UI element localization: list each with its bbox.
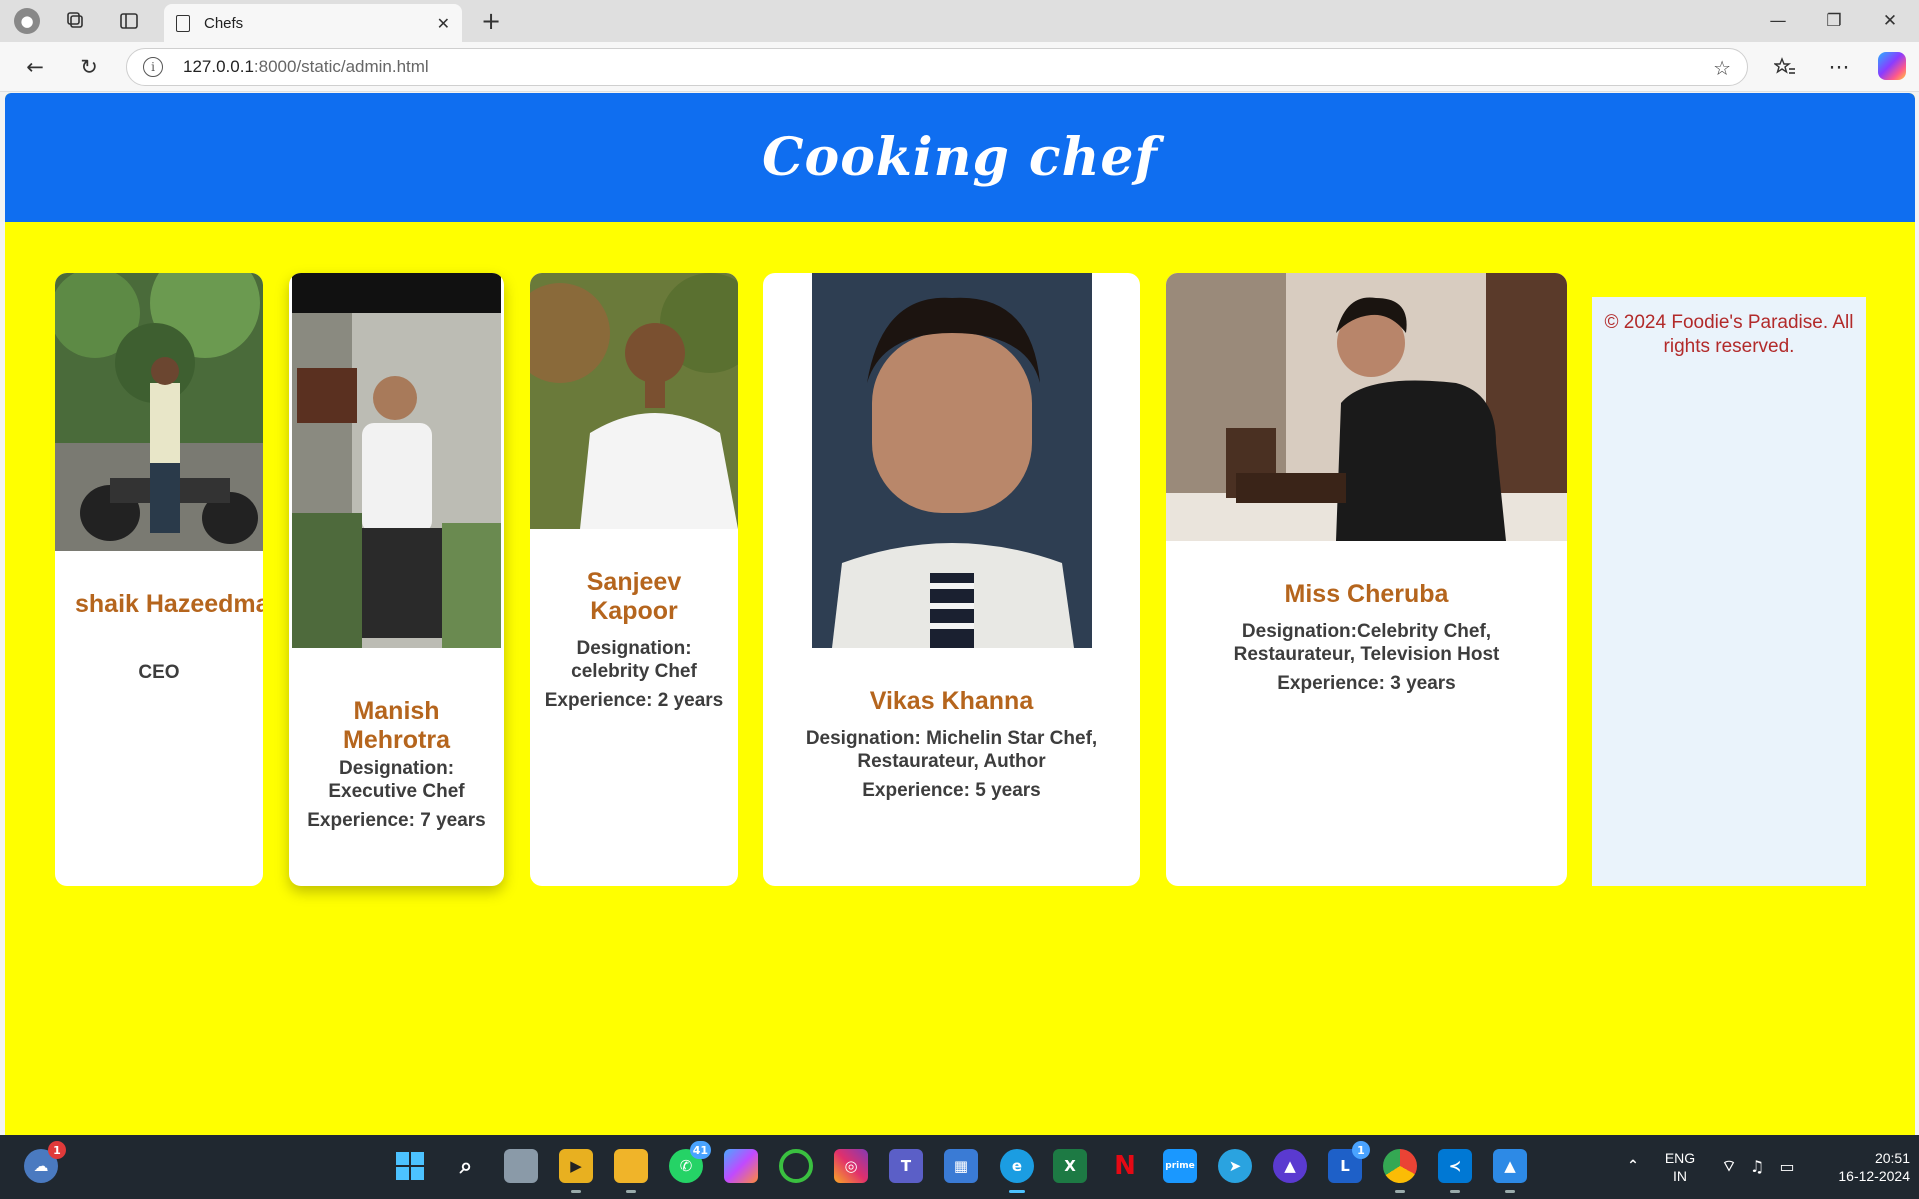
task-view-icon[interactable] xyxy=(504,1149,538,1183)
clock-date: 16-12-2024 xyxy=(1838,1168,1910,1184)
refresh-icon[interactable]: ↻ xyxy=(74,52,104,82)
netflix-icon[interactable]: N xyxy=(1108,1149,1142,1183)
minimize-button[interactable]: — xyxy=(1758,6,1798,36)
edge-icon[interactable]: e xyxy=(1000,1149,1034,1193)
arc-app-icon[interactable]: ▲ xyxy=(1273,1149,1307,1183)
chef-experience: Experience: 3 years xyxy=(1277,673,1456,694)
chef-designation: Designation: Executive Chef xyxy=(328,758,465,802)
copilot-icon[interactable] xyxy=(1878,52,1906,80)
windows-taskbar: ☁ 1 ⌕ ▶ ✆ 41 ◎ T ▦ e X N prime ➤ ▲ L1 ≺ ▲ … xyxy=(0,1135,1919,1199)
start-icon[interactable] xyxy=(393,1149,427,1183)
page-viewport: Cooking chef shaik Hazeedmasthan CEO xyxy=(5,93,1915,1135)
page-icon xyxy=(176,14,190,32)
file-explorer-icon[interactable] xyxy=(614,1149,648,1193)
chef-name: Vikas Khanna xyxy=(869,687,1034,715)
site-info-icon[interactable]: i xyxy=(143,57,163,77)
prime-video-icon[interactable]: prime xyxy=(1163,1149,1197,1183)
chef-name: Sanjeev Kapoor xyxy=(586,568,682,625)
search-icon[interactable]: ⌕ xyxy=(449,1149,483,1183)
tab-title: Chefs xyxy=(204,14,244,32)
restore-button[interactable]: ❐ xyxy=(1814,6,1854,36)
more-options-icon[interactable]: ⋯ xyxy=(1824,52,1854,82)
lang-line2: IN xyxy=(1673,1168,1687,1184)
volume-icon[interactable]: ♫ xyxy=(1740,1149,1774,1183)
linkedin-learning-icon[interactable]: L1 xyxy=(1328,1141,1370,1183)
close-window-button[interactable]: ✕ xyxy=(1870,6,1910,36)
chef-photo xyxy=(1166,273,1567,541)
chef-photo xyxy=(530,273,738,529)
profile-icon[interactable]: ● xyxy=(14,8,40,34)
photos-icon[interactable]: ▲ xyxy=(1493,1149,1527,1193)
teams-icon[interactable]: T xyxy=(889,1149,923,1183)
chef-experience: Experience: 7 years xyxy=(307,810,486,831)
browser-titlebar: ● Chefs ✕ + — ❐ ✕ xyxy=(0,0,1919,42)
footer: © 2024 Foodie's Paradise. All rights res… xyxy=(1592,297,1866,886)
game-app-icon[interactable]: ▶ xyxy=(559,1149,593,1193)
lang-line1: ENG xyxy=(1664,1150,1696,1166)
favorite-star-icon[interactable]: ☆ xyxy=(1713,56,1731,80)
chef-photo xyxy=(812,273,1092,648)
url-path: :8000/static/admin.html xyxy=(253,57,429,76)
weather-icon[interactable]: ☁ 1 xyxy=(24,1141,66,1183)
chef-name: shaik Hazeedmasthan xyxy=(75,590,263,618)
excel-icon[interactable]: X xyxy=(1053,1149,1087,1183)
clock-time: 20:51 xyxy=(1874,1150,1910,1166)
url-host: 127.0.0.1 xyxy=(183,57,254,76)
tab-chefs[interactable]: Chefs ✕ xyxy=(164,4,462,42)
clock[interactable]: 20:51 16-12-2024 xyxy=(1810,1149,1910,1185)
favorites-icon[interactable] xyxy=(1770,52,1800,82)
collections-icon[interactable] xyxy=(63,8,89,34)
chef-designation: Designation: Michelin Star Chef, Restaur… xyxy=(805,728,1098,772)
battery-icon[interactable]: ▭ xyxy=(1770,1149,1804,1183)
address-bar[interactable]: i 127.0.0.1 :8000/static/admin.html ☆ xyxy=(126,48,1748,86)
telegram-icon[interactable]: ➤ xyxy=(1218,1149,1252,1183)
language-indicator[interactable]: ENG IN xyxy=(1660,1149,1700,1185)
chef-designation: Designation:Celebrity Chef, Restaurateur… xyxy=(1233,621,1500,665)
instagram-icon[interactable]: ◎ xyxy=(834,1149,868,1183)
chrome-icon[interactable] xyxy=(1383,1149,1417,1193)
vscode-icon[interactable]: ≺ xyxy=(1438,1149,1472,1193)
back-arrow-icon[interactable]: ← xyxy=(20,52,50,82)
chef-card: Vikas Khanna Designation: Michelin Star … xyxy=(763,273,1140,886)
browser-toolbar: ← ↻ i 127.0.0.1 :8000/static/admin.html … xyxy=(0,42,1919,92)
site-header: Cooking chef xyxy=(5,93,1915,222)
chef-photo xyxy=(292,273,501,648)
chef-photo xyxy=(55,273,263,551)
chef-card: Miss Cheruba Designation:Celebrity Chef,… xyxy=(1166,273,1567,886)
copilot-app-icon[interactable] xyxy=(724,1149,758,1183)
spinner-app-icon[interactable] xyxy=(779,1149,813,1183)
chef-card: shaik Hazeedmasthan CEO xyxy=(55,273,263,886)
linkedin-badge: 1 xyxy=(1352,1141,1370,1159)
tray-chevron-icon[interactable]: ⌃ xyxy=(1616,1149,1650,1183)
copyright-text: © 2024 Foodie's Paradise. All rights res… xyxy=(1604,312,1854,357)
chef-name: Manish Mehrotra xyxy=(343,697,450,754)
page-title: Cooking chef xyxy=(762,127,1158,188)
chef-experience: Experience: 5 years xyxy=(862,780,1041,801)
tab-close-icon[interactable]: ✕ xyxy=(437,14,450,33)
chef-name: Miss Cheruba xyxy=(1284,580,1449,608)
chef-designation: Designation: celebrity Chef xyxy=(571,638,697,682)
whatsapp-badge: 41 xyxy=(689,1141,711,1159)
chef-designation: CEO xyxy=(138,662,180,683)
chef-experience: Experience: 2 years xyxy=(544,690,724,711)
vertical-tabs-icon[interactable] xyxy=(116,8,142,34)
chef-card: Manish Mehrotra Designation: Executive C… xyxy=(289,273,504,886)
new-tab-icon[interactable]: + xyxy=(478,7,504,35)
store-icon[interactable]: ▦ xyxy=(944,1149,978,1183)
chef-card: Sanjeev Kapoor Designation: celebrity Ch… xyxy=(530,273,738,886)
whatsapp-icon[interactable]: ✆ 41 xyxy=(669,1141,711,1183)
weather-badge: 1 xyxy=(48,1141,66,1159)
